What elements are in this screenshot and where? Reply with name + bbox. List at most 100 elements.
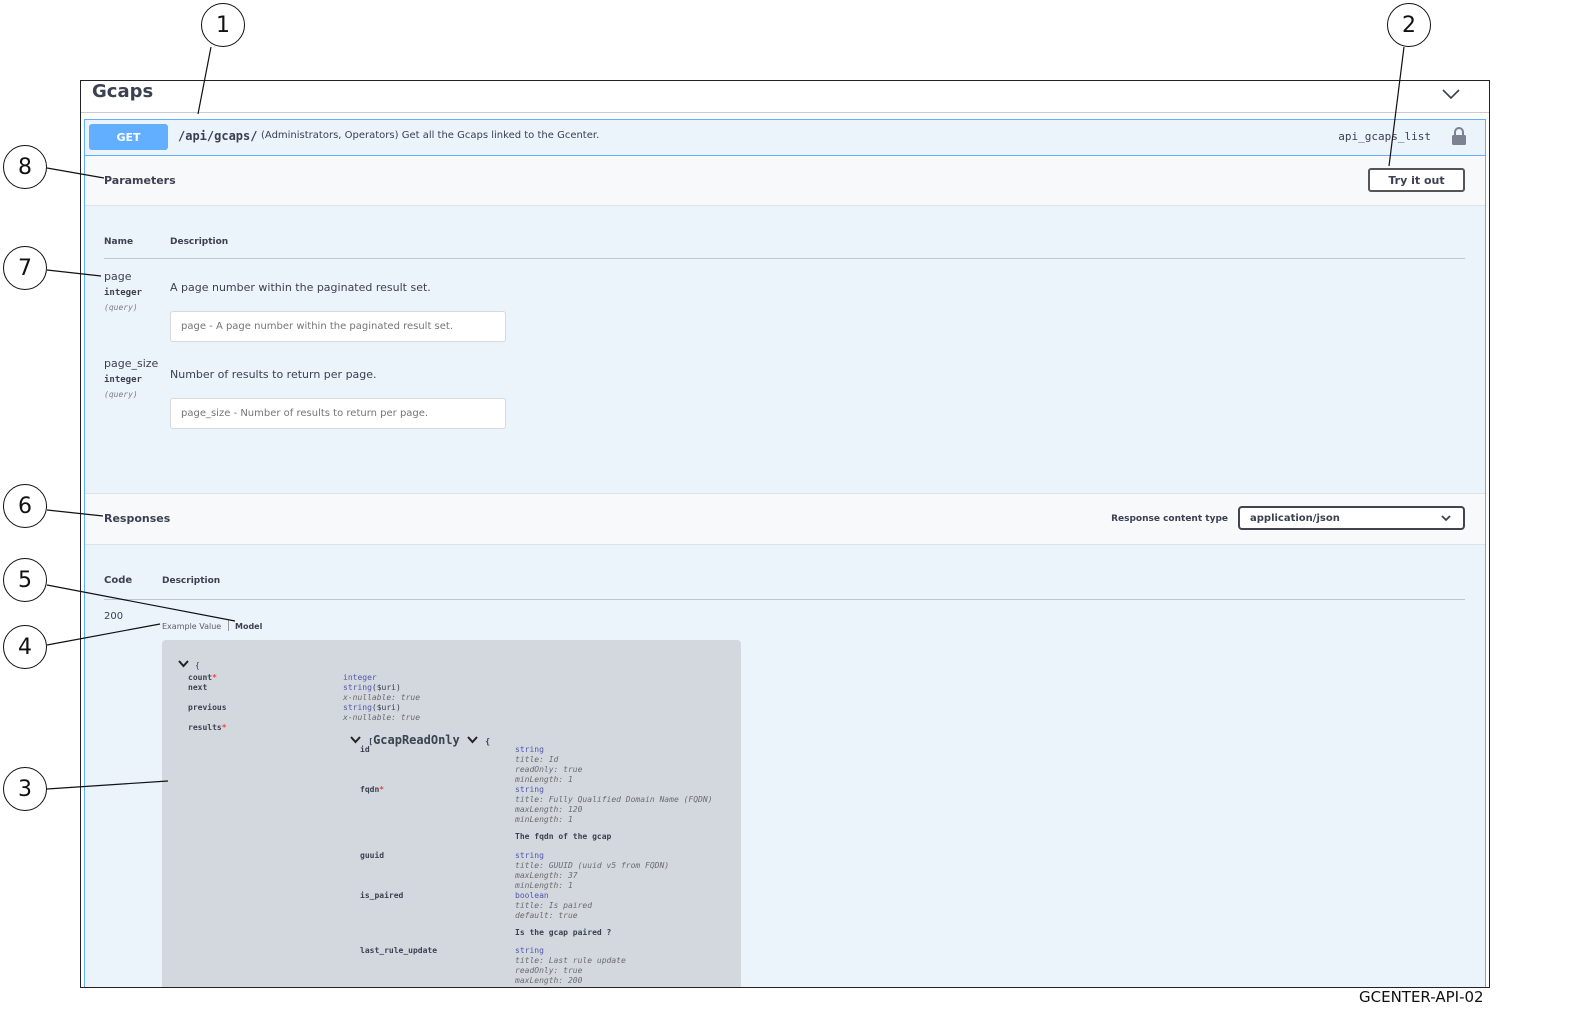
prop-attr: default: true [515,911,578,920]
callout-2: 2 [1387,3,1431,47]
prop-type: string [515,745,544,754]
prop-type: integer [343,673,377,682]
prop-last-rule-update: last_rule_update [360,946,438,955]
tab-example-value[interactable]: Example Value [162,622,221,631]
model-schema-box: { count* integer next string($uri) x-nul… [162,640,741,987]
callout-5: 5 [3,558,47,602]
column-description: Description [170,237,229,247]
param-description: Number of results to return per page. [170,368,377,381]
required-mark: * [212,673,217,682]
param-name: page_size [104,357,159,370]
method-badge: GET [89,124,168,150]
chevron-down-icon [1441,514,1451,525]
param-description: A page number within the paginated resul… [170,281,431,294]
prop-attr: maxLength: 120 [515,805,583,814]
divider [81,112,1489,113]
prop-type: string [515,946,544,955]
type-format: ($uri) [371,683,401,692]
prop-guuid: guuid [360,851,385,860]
column-name: Name [104,237,134,247]
prop-type: string($uri) [343,683,401,692]
prop-type: string [515,785,544,794]
prop-name: fqdn [360,785,380,794]
operation-description: (Administrators, Operators) Get all the … [261,130,600,141]
callout-3: 3 [3,767,47,811]
prop-attr: minLength: 1 [515,815,573,824]
response-content-type-select[interactable]: application/json [1238,506,1465,530]
divider [104,599,1465,600]
prop-previous: previous [188,703,227,712]
responses-title: Responses [104,512,171,525]
swagger-screenshot-frame: Gcaps GET /api/gcaps/ (Administrators, O… [80,80,1490,988]
parameters-title: Parameters [104,174,176,187]
prop-name: results [188,723,222,732]
column-code: Code [104,575,133,586]
prop-type: boolean [515,891,549,900]
required-mark: * [379,785,385,794]
open-brace: { [485,737,491,746]
prop-attr: title: Fully Qualified Domain Name (FQDN… [515,795,713,804]
figure-id: GCENTER-API-02 [1359,988,1484,1006]
callout-8: 8 [3,145,47,189]
prop-results: results* [188,723,227,732]
prop-next: next [188,683,208,692]
model-name: GcapReadOnly [373,733,460,747]
prop-attr: maxLength: 37 [515,871,578,880]
callout-4: 4 [3,625,47,669]
response-content-type-label: Response content type [1111,514,1228,524]
prop-description: Is the gcap paired ? [515,928,612,937]
prop-fqdn: fqdn* [360,785,384,794]
responses-header: Responses Response content type applicat… [85,493,1485,545]
collapse-toggle[interactable] [178,660,189,670]
prop-attr: readOnly: true [515,765,583,774]
type-name: string [343,683,372,692]
operation-path: /api/gcaps/ [178,129,258,143]
prop-attr: x-nullable: true [343,713,421,722]
prop-name: count [188,673,213,682]
prop-attr: x-nullable: true [343,693,421,702]
response-code: 200 [104,611,124,622]
prop-type: string [515,851,544,860]
prop-is-paired: is_paired [360,891,404,900]
type-name: string [343,703,372,712]
lock-icon[interactable] [1451,126,1467,150]
callout-7: 7 [3,246,47,290]
param-name: page [104,270,132,283]
param-type: integer [104,375,142,385]
param-location: (query) [104,390,138,399]
operation-block: GET /api/gcaps/ (Administrators, Operato… [84,119,1486,987]
chevron-down-icon [467,736,478,744]
divider [104,258,1465,259]
operation-summary[interactable]: GET /api/gcaps/ (Administrators, Operato… [85,120,1485,156]
tab-separator [228,620,229,631]
prop-attr: maxLength: 200 [515,976,583,985]
required-mark: * [221,723,227,732]
prop-attr: title: Id [515,755,559,764]
page-input[interactable] [170,311,506,342]
tab-model[interactable]: Model [235,622,262,631]
try-it-out-button[interactable]: Try it out [1368,168,1465,192]
type-format: ($uri) [371,703,401,712]
tag-title[interactable]: Gcaps [92,81,153,102]
callout-6: 6 [3,484,47,528]
prop-attr: readOnly: true [515,966,583,975]
prop-attr: title: Last rule update [515,956,626,965]
prop-description: The fqdn of the gcap [515,832,612,841]
page-size-input[interactable] [170,398,506,429]
prop-attr: title: Is paired [515,901,593,910]
prop-id: id [360,745,370,754]
callout-1: 1 [201,3,245,47]
prop-count: count* [188,673,217,682]
prop-attr: minLength: 1 [515,775,573,784]
prop-attr: minLength: 1 [515,881,573,890]
chevron-up-icon[interactable] [1441,85,1461,104]
operation-id: api_gcaps_list [1338,130,1431,143]
column-description: Description [162,576,221,586]
prop-attr: title: GUUID (uuid v5 from FQDN) [515,861,670,870]
chevron-down-icon [178,660,189,668]
selected-value: application/json [1250,512,1340,524]
prop-type: string($uri) [343,703,401,712]
parameters-header: Parameters Try it out [85,156,1485,206]
param-type: integer [104,288,142,298]
results-model-header[interactable]: [GcapReadOnly { [350,733,490,747]
